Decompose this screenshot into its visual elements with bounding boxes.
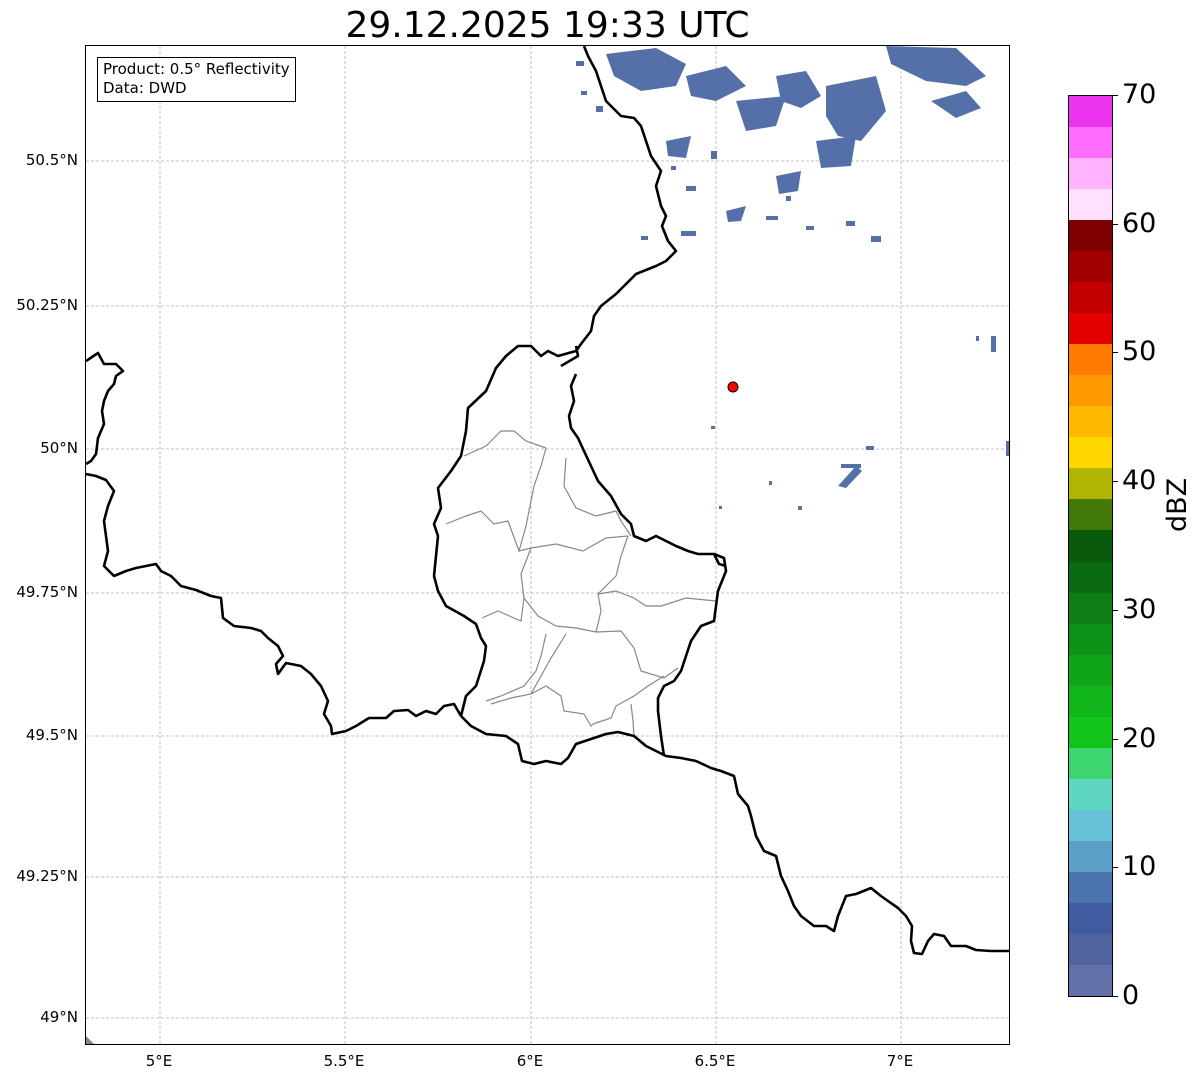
- colorbar-segment: [1069, 499, 1112, 530]
- colorbar-tick: [1112, 224, 1118, 225]
- lon-label: 7°E: [886, 1052, 914, 1070]
- colorbar-segment: [1069, 655, 1112, 686]
- colorbar-segment: [1069, 375, 1112, 406]
- colorbar-segment: [1069, 562, 1112, 593]
- colorbar-segment: [1069, 530, 1112, 562]
- colorbar-tick: [1112, 95, 1118, 96]
- colorbar-tick: [1112, 610, 1118, 611]
- lat-label: 49.25°N: [16, 867, 78, 885]
- colorbar-tick: [1112, 739, 1118, 740]
- colorbar-label: 60: [1122, 208, 1157, 239]
- colorbar-tick: [1112, 996, 1118, 997]
- radar-map[interactable]: [85, 45, 1010, 1045]
- colorbar-label: 30: [1122, 594, 1157, 625]
- colorbar-segment: [1069, 344, 1112, 375]
- colorbar-label: 50: [1122, 336, 1157, 367]
- colorbar-title: dBZ: [1162, 477, 1193, 532]
- data-source-label: Data: DWD: [103, 79, 187, 97]
- colorbar-segment: [1069, 841, 1112, 872]
- corner-fill: [86, 1036, 94, 1044]
- colorbar: [1068, 95, 1113, 997]
- colorbar-label: 10: [1122, 851, 1157, 882]
- colorbar-segment: [1069, 468, 1112, 499]
- lat-label: 49.5°N: [25, 726, 78, 744]
- lat-label: 49°N: [40, 1008, 78, 1026]
- colorbar-segment: [1069, 127, 1112, 158]
- colorbar-segment: [1069, 158, 1112, 189]
- colorbar-segment: [1069, 189, 1112, 220]
- national-borders: [86, 46, 1009, 956]
- colorbar-segment: [1069, 810, 1112, 841]
- product-label: Product: 0.5° Reflectivity: [103, 60, 290, 78]
- colorbar-tick: [1112, 352, 1118, 353]
- colorbar-segment: [1069, 437, 1112, 468]
- reflectivity-echoes: [576, 46, 1009, 510]
- colorbar-segment: [1069, 872, 1112, 903]
- colorbar-segment: [1069, 593, 1112, 624]
- colorbar-segment: [1069, 965, 1112, 996]
- colorbar-segment: [1069, 686, 1112, 717]
- product-info-box: Product: 0.5° Reflectivity Data: DWD: [97, 57, 296, 102]
- colorbar-segment: [1069, 903, 1112, 934]
- colorbar-segment: [1069, 282, 1112, 313]
- colorbar-segment: [1069, 313, 1112, 344]
- lon-label: 6.5°E: [694, 1052, 736, 1070]
- colorbar-segment: [1069, 748, 1112, 779]
- lat-label: 50.5°N: [25, 151, 78, 169]
- colorbar-segment: [1069, 406, 1112, 437]
- colorbar-label: 20: [1122, 723, 1157, 754]
- district-boundaries: [445, 430, 717, 737]
- colorbar-label: 0: [1122, 980, 1140, 1011]
- map-canvas: [86, 46, 1009, 1044]
- map-title: 29.12.2025 19:33 UTC: [345, 5, 750, 46]
- lon-label: 6°E: [516, 1052, 544, 1070]
- colorbar-label: 70: [1122, 79, 1157, 110]
- colorbar-segment: [1069, 251, 1112, 282]
- lon-label: 5.5°E: [323, 1052, 365, 1070]
- colorbar-segment: [1069, 624, 1112, 655]
- lat-label: 50.25°N: [16, 296, 78, 314]
- colorbar-segment: [1069, 779, 1112, 810]
- lat-label: 50°N: [40, 439, 78, 457]
- lon-label: 5°E: [145, 1052, 173, 1070]
- colorbar-segment: [1069, 717, 1112, 748]
- colorbar-tick: [1112, 481, 1118, 482]
- colorbar-segment: [1069, 934, 1112, 965]
- colorbar-tick: [1112, 867, 1118, 868]
- lat-label: 49.75°N: [16, 583, 78, 601]
- radar-site-marker[interactable]: [727, 381, 739, 393]
- colorbar-label: 40: [1122, 465, 1157, 496]
- colorbar-segment: [1069, 96, 1112, 127]
- colorbar-segment: [1069, 220, 1112, 251]
